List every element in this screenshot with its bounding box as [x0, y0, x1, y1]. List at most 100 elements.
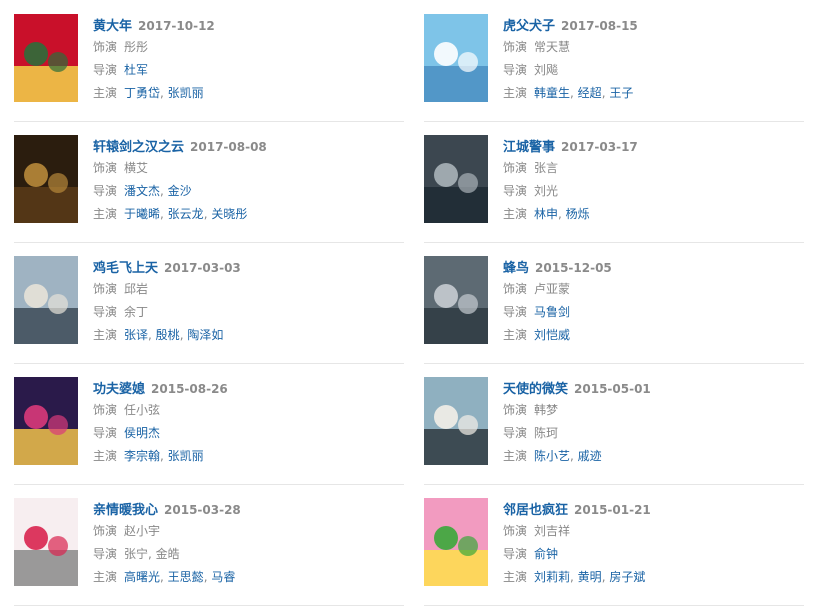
director-name-link[interactable]: 金沙 [168, 184, 192, 198]
movie-card: 功夫婆媳 2015-08-26 饰演 任小弦 导演 侯明杰 主演 李宗翰, 张凯丽 [14, 377, 404, 493]
movie-poster[interactable] [14, 377, 78, 465]
role-name: 刘吉祥 [534, 524, 571, 538]
director-name-link[interactable]: 潘文杰 [124, 184, 160, 198]
release-date: 2017-08-08 [190, 140, 267, 154]
role-name: 张言 [534, 161, 559, 175]
movie-card: 轩辕剑之汉之云 2017-08-08 饰演 横艾 导演 潘文杰, 金沙 主演 于曦晞, 张云龙… [14, 135, 404, 251]
title-line: 亲情暖我心 2015-03-28 [93, 498, 398, 520]
role-label: 饰演 [503, 40, 528, 54]
cast-name-link[interactable]: 经超 [578, 86, 602, 100]
row-divider [14, 121, 404, 122]
info-row-director: 导演 俞钟 [503, 543, 808, 566]
cast-name-link[interactable]: 殷桃 [156, 328, 180, 342]
cast-name-link[interactable]: 关晓彤 [211, 207, 247, 221]
title-line: 轩辕剑之汉之云 2017-08-08 [93, 135, 398, 157]
cast-name-link[interactable]: 张云龙 [168, 207, 204, 221]
row-divider [424, 121, 804, 122]
movie-info: 虎父犬子 2017-08-15 饰演 常天慧 导演 刘飚 主演 韩童生, 经超, 王子 [503, 14, 808, 105]
info-row-director: 导演 张宁, 金皓 [93, 543, 398, 566]
movie-poster[interactable] [424, 377, 488, 465]
cast-name-link[interactable]: 黄明 [578, 570, 602, 584]
separator: , [570, 449, 578, 463]
cast-name-link[interactable]: 戚迹 [578, 449, 602, 463]
movie-title-link[interactable]: 邻居也疯狂 [503, 503, 568, 518]
movie-title-link[interactable]: 天使的微笑 [503, 382, 568, 397]
movie-card: 江城警事 2017-03-17 饰演 张言 导演 刘光 主演 林申, 杨烁 [424, 135, 814, 251]
director-label: 导演 [93, 547, 118, 561]
cast-name-link[interactable]: 于曦晞 [124, 207, 160, 221]
cast-name-link[interactable]: 王思懿 [168, 570, 204, 584]
director-name: 张宁 [124, 547, 149, 561]
director-label: 导演 [503, 305, 528, 319]
cast-name-link[interactable]: 张译 [124, 328, 148, 342]
cast-name-link[interactable]: 丁勇岱 [124, 86, 160, 100]
movie-poster[interactable] [424, 14, 488, 102]
movie-poster[interactable] [14, 256, 78, 344]
title-line: 功夫婆媳 2015-08-26 [93, 377, 398, 399]
role-label: 饰演 [93, 161, 118, 175]
cast-name-link[interactable]: 陶泽如 [187, 328, 223, 342]
movie-title-link[interactable]: 虎父犬子 [503, 19, 555, 34]
info-row-role: 饰演 邱岩 [93, 278, 398, 301]
cast-name-link[interactable]: 杨烁 [566, 207, 590, 221]
movie-poster[interactable] [424, 256, 488, 344]
info-row-director: 导演 杜军 [93, 59, 398, 82]
separator: , [160, 184, 168, 198]
role-label: 饰演 [93, 524, 118, 538]
movie-info: 亲情暖我心 2015-03-28 饰演 赵小宇 导演 张宁, 金皓 主演 高曙光, 王思懿, … [93, 498, 398, 589]
director-name-link[interactable]: 侯明杰 [124, 426, 160, 440]
cast-name-link[interactable]: 刘莉莉 [534, 570, 570, 584]
director-name: 刘光 [534, 184, 559, 198]
info-row-director: 导演 侯明杰 [93, 422, 398, 445]
movie-poster[interactable] [14, 135, 78, 223]
movie-poster[interactable] [14, 14, 78, 102]
info-row-cast: 主演 张译, 殷桃, 陶泽如 [93, 324, 398, 347]
cast-name-link[interactable]: 房子斌 [609, 570, 645, 584]
separator: , [148, 547, 156, 561]
cast-name-link[interactable]: 张凯丽 [168, 86, 204, 100]
movie-poster[interactable] [424, 135, 488, 223]
release-date: 2017-03-17 [561, 140, 638, 154]
info-row-role: 饰演 卢亚蒙 [503, 278, 808, 301]
director-label: 导演 [503, 426, 528, 440]
info-row-role: 饰演 任小弦 [93, 399, 398, 422]
cast-name-link[interactable]: 韩童生 [534, 86, 570, 100]
cast-label: 主演 [93, 449, 118, 463]
row-divider [14, 242, 404, 243]
movie-title-link[interactable]: 黄大年 [93, 19, 132, 34]
director-label: 导演 [93, 305, 118, 319]
movie-title-link[interactable]: 江城警事 [503, 140, 555, 155]
cast-name-link[interactable]: 陈小艺 [534, 449, 570, 463]
separator: , [160, 449, 168, 463]
info-row-cast: 主演 高曙光, 王思懿, 马睿 [93, 566, 398, 589]
movie-title-link[interactable]: 功夫婆媳 [93, 382, 145, 397]
info-row-role: 饰演 刘吉祥 [503, 520, 808, 543]
cast-label: 主演 [503, 570, 528, 584]
role-label: 饰演 [93, 403, 118, 417]
title-line: 黄大年 2017-10-12 [93, 14, 398, 36]
director-name-link[interactable]: 杜军 [124, 63, 148, 77]
movie-poster[interactable] [424, 498, 488, 586]
info-row-director: 导演 陈珂 [503, 422, 808, 445]
cast-name-link[interactable]: 王子 [609, 86, 633, 100]
row-divider [424, 242, 804, 243]
movie-poster[interactable] [14, 498, 78, 586]
cast-name-link[interactable]: 马睿 [211, 570, 235, 584]
movie-title-link[interactable]: 鸡毛飞上天 [93, 261, 158, 276]
cast-label: 主演 [93, 207, 118, 221]
cast-name-link[interactable]: 刘恺威 [534, 328, 570, 342]
cast-label: 主演 [503, 449, 528, 463]
movie-title-link[interactable]: 蜂鸟 [503, 261, 529, 276]
cast-name-link[interactable]: 林申 [534, 207, 558, 221]
movie-info: 黄大年 2017-10-12 饰演 彤彤 导演 杜军 主演 丁勇岱, 张凯丽 [93, 14, 398, 105]
movie-title-link[interactable]: 亲情暖我心 [93, 503, 158, 518]
movie-info: 鸡毛飞上天 2017-03-03 饰演 邱岩 导演 余丁 主演 张译, 殷桃, 陶泽如 [93, 256, 398, 347]
director-label: 导演 [93, 426, 118, 440]
movie-info: 轩辕剑之汉之云 2017-08-08 饰演 横艾 导演 潘文杰, 金沙 主演 于曦晞, 张云龙… [93, 135, 398, 226]
movie-title-link[interactable]: 轩辕剑之汉之云 [93, 140, 184, 155]
director-name-link[interactable]: 俞钟 [534, 547, 558, 561]
director-name-link[interactable]: 马鲁剑 [534, 305, 570, 319]
cast-name-link[interactable]: 李宗翰 [124, 449, 160, 463]
cast-name-link[interactable]: 高曙光 [124, 570, 160, 584]
cast-name-link[interactable]: 张凯丽 [168, 449, 204, 463]
